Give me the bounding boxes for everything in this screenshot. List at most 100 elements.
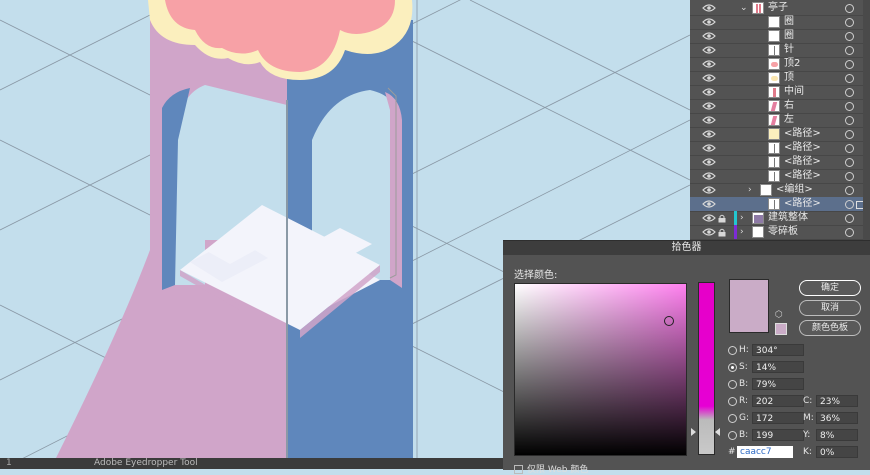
layer-row[interactable]: 圈 bbox=[690, 15, 870, 30]
layer-row[interactable]: › 零碎板 bbox=[690, 225, 870, 240]
layer-name: <路径> bbox=[784, 156, 821, 167]
brightness-radio[interactable] bbox=[728, 380, 737, 389]
hue-slider-left-handle[interactable] bbox=[691, 428, 696, 436]
saturation-field[interactable]: 14% bbox=[752, 361, 804, 373]
chevron-right-icon[interactable]: › bbox=[748, 184, 752, 196]
hue-field[interactable]: 304° bbox=[752, 344, 804, 356]
target-circle-icon[interactable] bbox=[845, 144, 854, 153]
eye-icon[interactable] bbox=[702, 227, 716, 237]
black-field[interactable]: 0% bbox=[816, 446, 858, 458]
brightness-label: B: bbox=[739, 379, 749, 389]
target-circle-icon[interactable] bbox=[845, 186, 854, 195]
target-circle-icon[interactable] bbox=[845, 18, 854, 27]
layer-thumbnail bbox=[768, 86, 780, 98]
target-circle-icon[interactable] bbox=[845, 74, 854, 83]
layer-row[interactable]: 顶2 bbox=[690, 57, 870, 72]
layer-row[interactable]: 左 bbox=[690, 113, 870, 128]
layer-name: 针 bbox=[784, 44, 794, 55]
eye-icon[interactable] bbox=[702, 73, 716, 83]
lock-icon[interactable] bbox=[718, 214, 726, 223]
layer-row[interactable]: 针 bbox=[690, 43, 870, 58]
saturation-brightness-field[interactable] bbox=[514, 283, 687, 456]
layer-row[interactable]: ⌄ 亭子 bbox=[690, 1, 870, 16]
web-color-swatch[interactable] bbox=[775, 323, 787, 335]
target-circle-icon[interactable] bbox=[845, 228, 854, 237]
layer-row[interactable]: <路径> bbox=[690, 141, 870, 156]
eye-icon[interactable] bbox=[702, 3, 716, 13]
green-radio[interactable] bbox=[728, 414, 737, 423]
eye-icon[interactable] bbox=[702, 17, 716, 27]
checkbox-box[interactable] bbox=[514, 465, 523, 474]
eye-icon[interactable] bbox=[702, 171, 716, 181]
yellow-label: Y: bbox=[803, 430, 811, 440]
target-circle-icon[interactable] bbox=[845, 32, 854, 41]
eye-icon[interactable] bbox=[702, 59, 716, 69]
layer-row[interactable]: <路径> bbox=[690, 127, 870, 142]
target-circle-icon[interactable] bbox=[845, 4, 854, 13]
target-circle-icon[interactable] bbox=[845, 158, 854, 167]
layer-row[interactable]: <路径> bbox=[690, 169, 870, 184]
layer-name: 顶2 bbox=[784, 58, 801, 69]
eye-icon[interactable] bbox=[702, 185, 716, 195]
eye-icon[interactable] bbox=[702, 213, 716, 223]
cube-icon[interactable]: ⬡ bbox=[775, 310, 785, 320]
saturation-label: S: bbox=[739, 362, 748, 372]
layer-row[interactable]: 圈 bbox=[690, 29, 870, 44]
eye-icon[interactable] bbox=[702, 31, 716, 41]
eye-icon[interactable] bbox=[702, 101, 716, 111]
layer-thumbnail bbox=[768, 142, 780, 154]
ok-button[interactable]: 确定 bbox=[799, 280, 861, 296]
eye-icon[interactable] bbox=[702, 129, 716, 139]
green-field[interactable]: 172 bbox=[752, 412, 804, 424]
chevron-down-icon[interactable]: ⌄ bbox=[740, 2, 748, 14]
hue-radio[interactable] bbox=[728, 346, 737, 355]
cyan-field[interactable]: 23% bbox=[816, 395, 858, 407]
chevron-right-icon[interactable]: › bbox=[740, 226, 744, 238]
blue-label: B: bbox=[739, 430, 749, 440]
target-circle-icon[interactable] bbox=[845, 214, 854, 223]
layer-thumbnail bbox=[768, 198, 780, 210]
target-circle-icon[interactable] bbox=[845, 116, 854, 125]
target-circle-icon[interactable] bbox=[845, 102, 854, 111]
eye-icon[interactable] bbox=[702, 87, 716, 97]
red-radio[interactable] bbox=[728, 397, 737, 406]
target-circle-icon[interactable] bbox=[845, 88, 854, 97]
brightness-field[interactable]: 79% bbox=[752, 378, 804, 390]
eye-icon[interactable] bbox=[702, 199, 716, 209]
lock-icon[interactable] bbox=[718, 228, 726, 237]
target-circle-icon[interactable] bbox=[845, 172, 854, 181]
saturation-radio[interactable] bbox=[728, 363, 737, 372]
layer-row[interactable]: › <编组> bbox=[690, 183, 870, 198]
layer-thumbnail bbox=[768, 156, 780, 168]
color-swatches-button[interactable]: 颜色色板 bbox=[799, 320, 861, 336]
layer-row[interactable]: <路径> bbox=[690, 155, 870, 170]
color-field-cursor[interactable] bbox=[664, 316, 674, 326]
yellow-field[interactable]: 8% bbox=[816, 429, 858, 441]
target-circle-icon[interactable] bbox=[845, 200, 854, 209]
blue-field[interactable]: 199 bbox=[752, 429, 804, 441]
layer-row[interactable]: › 建筑整体 bbox=[690, 211, 870, 226]
target-circle-icon[interactable] bbox=[845, 46, 854, 55]
target-circle-icon[interactable] bbox=[845, 130, 854, 139]
chevron-right-icon[interactable]: › bbox=[740, 212, 744, 224]
layer-row[interactable]: <路径> bbox=[690, 197, 870, 212]
zoom-readout[interactable]: 1 bbox=[6, 458, 12, 469]
hue-slider[interactable] bbox=[698, 282, 715, 455]
magenta-field[interactable]: 36% bbox=[816, 412, 858, 424]
blue-radio[interactable] bbox=[728, 431, 737, 440]
cancel-button[interactable]: 取消 bbox=[799, 300, 861, 316]
layer-row[interactable]: 顶 bbox=[690, 71, 870, 86]
target-circle-icon[interactable] bbox=[845, 60, 854, 69]
eye-icon[interactable] bbox=[702, 157, 716, 167]
eye-icon[interactable] bbox=[702, 45, 716, 55]
eye-icon[interactable] bbox=[702, 115, 716, 125]
layer-row[interactable]: 中间 bbox=[690, 85, 870, 100]
red-field[interactable]: 202 bbox=[752, 395, 804, 407]
layers-scrollbar[interactable] bbox=[863, 0, 870, 241]
layer-row[interactable]: 右 bbox=[690, 99, 870, 114]
layer-thumbnail bbox=[768, 100, 780, 112]
eye-icon[interactable] bbox=[702, 143, 716, 153]
layer-thumbnail bbox=[768, 30, 780, 42]
hex-field[interactable]: caacc7 bbox=[737, 446, 793, 458]
hue-slider-right-handle[interactable] bbox=[715, 428, 720, 436]
